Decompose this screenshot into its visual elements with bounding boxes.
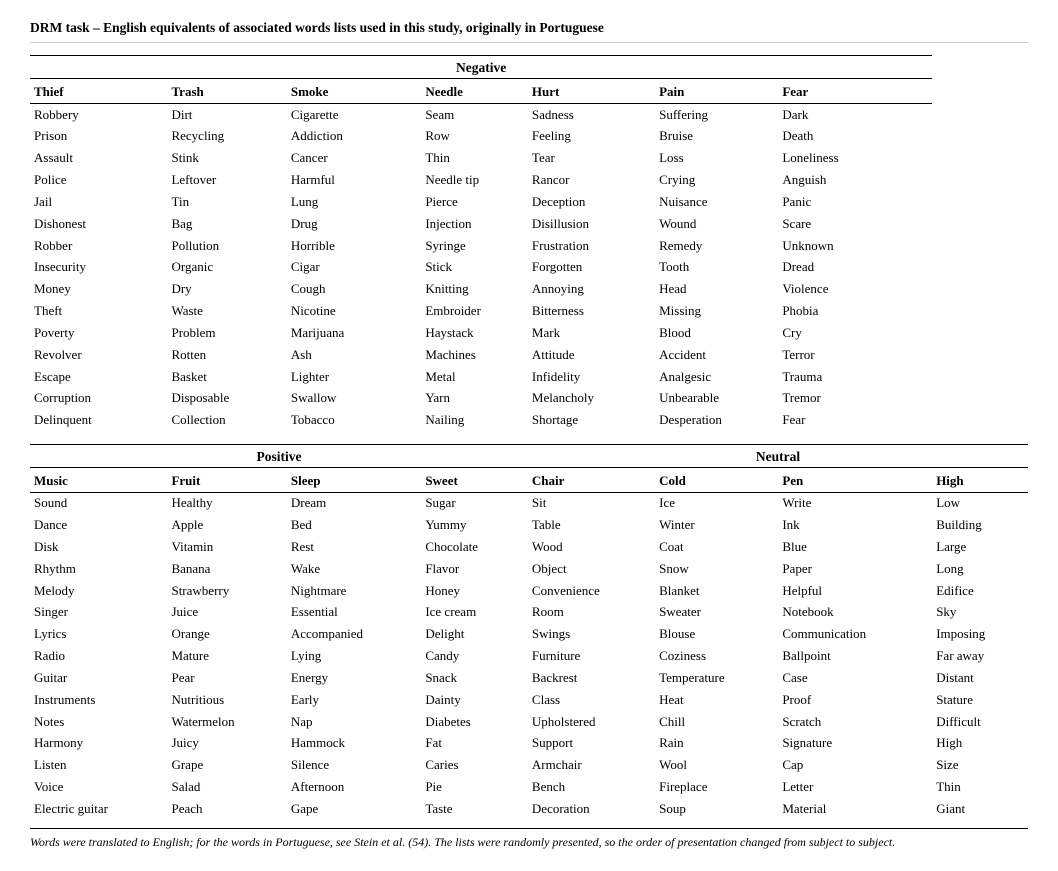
table-row: GuitarPearEnergySnackBackrestTemperature…: [30, 667, 1028, 689]
page-title: DRM task – English equivalents of associ…: [30, 20, 1028, 43]
footnote: Words were translated to English; for th…: [30, 828, 1028, 851]
positive-neutral-data: SoundHealthyDreamSugarSitIceWriteLowDanc…: [30, 492, 1028, 820]
negative-data: RobberyDirtCigaretteSeamSadnessSuffering…: [30, 104, 1028, 432]
table-row: EscapeBasketLighterMetalInfidelityAnalge…: [30, 366, 1028, 388]
negative-col-headers: Thief Trash Smoke Needle Hurt Pain Fear: [30, 79, 1028, 104]
table-row: RevolverRottenAshMachinesAttitudeAcciden…: [30, 344, 1028, 366]
table-row: RhythmBananaWakeFlavorObjectSnowPaperLon…: [30, 558, 1028, 580]
table-row: PoliceLeftoverHarmfulNeedle tipRancorCry…: [30, 170, 1028, 192]
table-row: RobberPollutionHorribleSyringeFrustratio…: [30, 235, 1028, 257]
positive-neutral-header: Positive Neutral: [30, 444, 1028, 467]
table-row: DiskVitaminRestChocolateWoodCoatBlueLarg…: [30, 536, 1028, 558]
table-row: RobberyDirtCigaretteSeamSadnessSuffering…: [30, 104, 1028, 126]
table-row: RadioMatureLyingCandyFurnitureCozinessBa…: [30, 646, 1028, 668]
table-row: PovertyProblemMarijuanaHaystackMarkBlood…: [30, 322, 1028, 344]
negative-section-header: Negative: [30, 56, 1028, 79]
table-row: Electric guitarPeachGapeTasteDecorationS…: [30, 798, 1028, 820]
table-row: SoundHealthyDreamSugarSitIceWriteLow: [30, 492, 1028, 514]
table-row: NotesWatermelonNapDiabetesUpholsteredChi…: [30, 711, 1028, 733]
table-row: DelinquentCollectionTobaccoNailingShorta…: [30, 410, 1028, 432]
table-row: AssaultStinkCancerThinTearLossLoneliness: [30, 148, 1028, 170]
table-row: CorruptionDisposableSwallowYarnMelanchol…: [30, 388, 1028, 410]
table-row: VoiceSaladAfternoonPieBenchFireplaceLett…: [30, 777, 1028, 799]
table-row: LyricsOrangeAccompaniedDelightSwingsBlou…: [30, 624, 1028, 646]
table-row: JailTinLungPierceDeceptionNuisancePanic: [30, 191, 1028, 213]
table-row: MelodyStrawberryNightmareHoneyConvenienc…: [30, 580, 1028, 602]
table-row: MoneyDryCoughKnittingAnnoyingHeadViolenc…: [30, 279, 1028, 301]
table-row: InstrumentsNutritiousEarlyDaintyClassHea…: [30, 689, 1028, 711]
table-row: DishonestBagDrugInjectionDisillusionWoun…: [30, 213, 1028, 235]
table-row: SingerJuiceEssentialIce creamRoomSweater…: [30, 602, 1028, 624]
table-row: HarmonyJuicyHammockFatSupportRainSignatu…: [30, 733, 1028, 755]
positive-neutral-col-headers: Music Fruit Sleep Sweet Chair Cold Pen H…: [30, 467, 1028, 492]
table-row: TheftWasteNicotineEmbroiderBitternessMis…: [30, 301, 1028, 323]
table-row: PrisonRecyclingAddictionRowFeelingBruise…: [30, 126, 1028, 148]
table-row: InsecurityOrganicCigarStickForgottenToot…: [30, 257, 1028, 279]
table-row: ListenGrapeSilenceCariesArmchairWoolCapS…: [30, 755, 1028, 777]
table-row: DanceAppleBedYummyTableWinterInkBuilding: [30, 515, 1028, 537]
